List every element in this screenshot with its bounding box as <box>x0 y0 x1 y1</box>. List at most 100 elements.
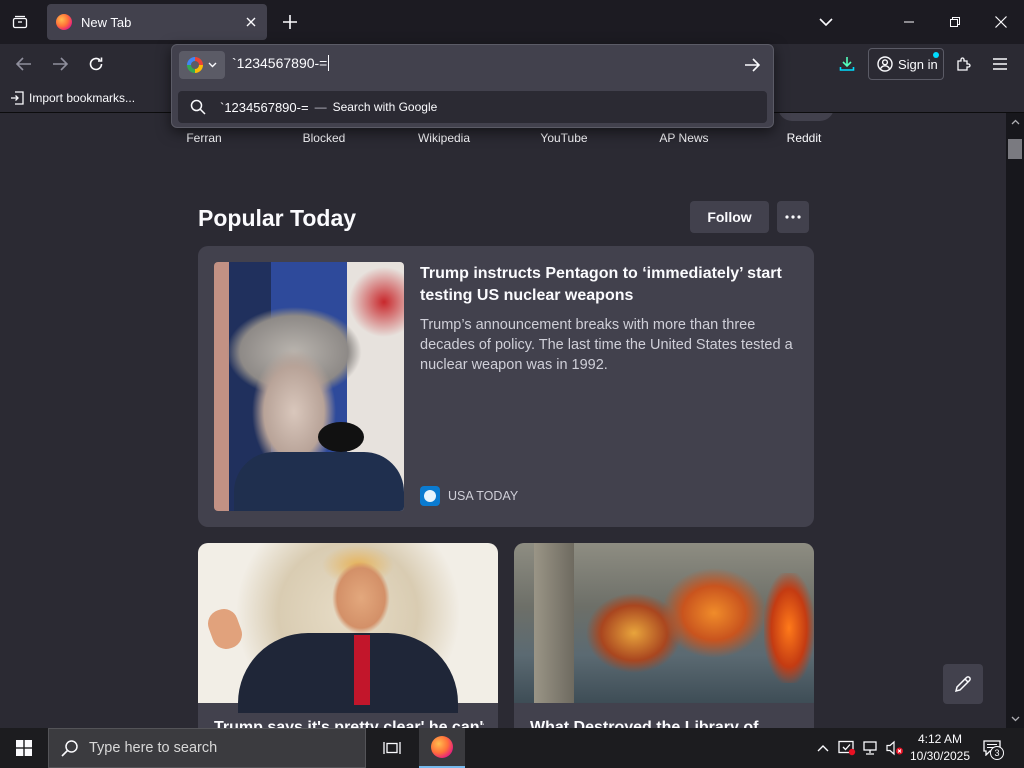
taskbar-firefox-button[interactable] <box>419 728 465 768</box>
shortcut-label-wikipedia[interactable]: Wikipedia <box>404 131 484 145</box>
restore-button[interactable] <box>932 0 978 44</box>
new-tab-button[interactable] <box>276 8 304 36</box>
firefox-view-icon <box>12 14 28 30</box>
minimize-icon <box>904 21 914 23</box>
chevron-up-icon <box>1011 119 1019 125</box>
task-view-button[interactable] <box>372 728 412 768</box>
clock-time: 4:12 AM <box>917 732 963 746</box>
reload-icon <box>89 57 103 71</box>
customize-button[interactable] <box>943 664 983 704</box>
sign-in-label: Sign in <box>898 56 938 72</box>
forward-button[interactable] <box>44 48 76 80</box>
scroll-down-button[interactable] <box>1006 710 1024 728</box>
network-tray-icon[interactable] <box>861 738 881 758</box>
pencil-icon <box>954 676 971 693</box>
story-source: USA TODAY <box>448 489 519 503</box>
shield-alert-icon <box>838 740 856 756</box>
url-input[interactable]: `1234567890-= <box>232 55 329 71</box>
google-icon <box>187 57 203 73</box>
downloads-button[interactable] <box>831 48 863 80</box>
search-suggestion-row[interactable]: `1234567890-= — Search with Google <box>178 91 767 123</box>
image-detail <box>234 452 404 511</box>
sign-in-button[interactable]: Sign in <box>868 48 944 80</box>
chevron-down-icon <box>208 62 217 68</box>
shortcut-label-blocked[interactable]: Blocked <box>284 131 364 145</box>
firefox-icon <box>431 736 453 758</box>
tab-close-button[interactable] <box>239 10 263 34</box>
suggestion-action: Search with Google <box>332 100 438 114</box>
window-close-button[interactable] <box>978 0 1024 44</box>
notification-dot <box>933 52 939 58</box>
story-image <box>214 262 404 511</box>
scroll-up-button[interactable] <box>1006 113 1024 131</box>
new-tab-page: Ferran Blocked Wikipedia YouTube AP News… <box>0 113 1006 728</box>
image-detail <box>238 633 458 713</box>
chevron-up-icon <box>817 745 829 752</box>
suggestion-text: `1234567890-= <box>220 99 309 115</box>
chevron-down-icon <box>819 18 833 26</box>
download-icon <box>839 57 855 71</box>
shortcut-label-reddit[interactable]: Reddit <box>764 131 844 145</box>
firefox-view-button[interactable] <box>4 6 36 38</box>
story-card[interactable]: Trump says it's pretty clear' he can't <box>198 543 498 728</box>
start-button[interactable] <box>0 728 48 768</box>
action-center-button[interactable]: 3 <box>978 736 1006 760</box>
volume-tray-icon[interactable] <box>885 738 905 758</box>
arrow-right-icon <box>53 57 68 71</box>
follow-button[interactable]: Follow <box>690 201 769 233</box>
story-image <box>514 543 814 703</box>
chevron-down-icon <box>1011 716 1019 722</box>
app-menu-button[interactable] <box>984 48 1016 80</box>
arrow-right-icon <box>745 58 760 72</box>
suggestion-separator: — <box>314 100 327 114</box>
hamburger-icon <box>993 58 1007 70</box>
story-headline: Trump instructs Pentagon to ‘immediately… <box>420 265 782 304</box>
shortcut-label-ap-news[interactable]: AP News <box>644 131 724 145</box>
network-icon <box>863 741 877 755</box>
url-bar-panel: `1234567890-= `1234567890-= — Search wit… <box>171 44 774 128</box>
reload-button[interactable] <box>80 48 112 80</box>
search-engine-selector[interactable] <box>179 51 225 79</box>
task-view-icon <box>383 742 401 754</box>
scroll-thumb[interactable] <box>1008 139 1022 159</box>
image-detail <box>764 573 814 683</box>
image-detail <box>204 605 246 653</box>
taskbar-clock[interactable]: 4:12 AM 10/30/2025 <box>906 731 974 765</box>
windows-icon <box>16 740 32 756</box>
firefox-icon <box>56 14 72 30</box>
security-tray-icon[interactable] <box>837 738 857 758</box>
restore-icon <box>950 17 960 27</box>
page-scrollbar[interactable] <box>1006 113 1024 728</box>
tab-new-tab[interactable]: New Tab <box>47 4 267 40</box>
back-button[interactable] <box>8 48 40 80</box>
shortcut-tile[interactable] <box>778 113 834 121</box>
search-icon <box>190 99 206 115</box>
shortcut-label-ferran[interactable]: Ferran <box>164 131 244 145</box>
import-bookmarks-label: Import bookmarks... <box>29 91 136 105</box>
extensions-button[interactable] <box>948 48 980 80</box>
more-horizontal-icon <box>785 215 801 219</box>
list-all-tabs-button[interactable] <box>812 8 840 36</box>
import-icon <box>11 91 24 105</box>
section-menu-button[interactable] <box>777 201 809 233</box>
windows-taskbar: Type here to search 4:12 AM 10/30/2025 3 <box>0 728 1024 768</box>
volume-muted-icon <box>886 740 903 756</box>
taskbar-search-box[interactable]: Type here to search <box>48 728 366 768</box>
story-excerpt: Trump’s announcement breaks with more th… <box>420 317 793 373</box>
notification-count-badge: 3 <box>990 746 1004 760</box>
import-bookmarks-button[interactable]: Import bookmarks... <box>10 88 135 108</box>
minimize-button[interactable] <box>886 0 932 44</box>
show-hidden-icons-button[interactable] <box>813 738 833 758</box>
close-icon <box>246 17 256 27</box>
story-card[interactable]: What Destroyed the Library of <box>514 543 814 728</box>
source-logo-icon <box>420 486 440 506</box>
story-headline: What Destroyed the Library of <box>530 719 759 728</box>
image-detail <box>534 543 574 703</box>
arrow-left-icon <box>16 57 31 71</box>
go-button[interactable] <box>738 51 766 79</box>
story-card-main[interactable]: Trump instructs Pentagon to ‘immediately… <box>198 246 814 527</box>
section-title: Popular Today <box>198 205 357 231</box>
image-detail <box>318 422 364 452</box>
shortcut-label-youtube[interactable]: YouTube <box>524 131 604 145</box>
tab-strip: New Tab <box>0 0 1024 44</box>
